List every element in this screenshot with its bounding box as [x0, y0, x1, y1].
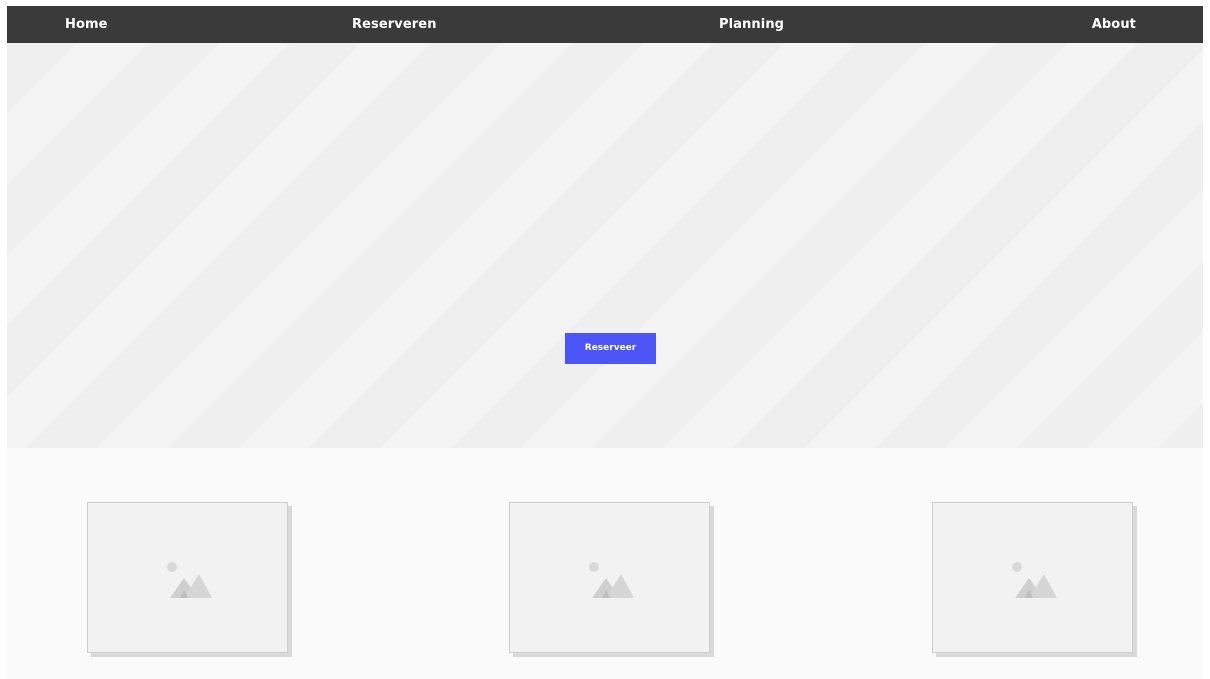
page-frame: Home Reserveren Planning About Reserveer — [7, 6, 1203, 679]
image-placeholder-icon — [589, 562, 634, 598]
image-cards-section — [7, 448, 1203, 679]
nav-item-planning[interactable]: Planning — [719, 6, 784, 43]
image-placeholder-icon — [1012, 562, 1057, 598]
nav-item-home[interactable]: Home — [65, 6, 108, 43]
nav-item-reserveren[interactable]: Reserveren — [352, 6, 437, 43]
image-card[interactable] — [509, 502, 710, 653]
nav-item-about[interactable]: About — [1092, 6, 1136, 43]
top-navbar: Home Reserveren Planning About — [7, 6, 1203, 43]
hero-banner: Reserveer — [7, 43, 1203, 448]
reserveer-button[interactable]: Reserveer — [565, 333, 656, 364]
image-card[interactable] — [87, 502, 288, 653]
image-placeholder-icon — [167, 562, 212, 598]
image-card[interactable] — [932, 502, 1133, 653]
